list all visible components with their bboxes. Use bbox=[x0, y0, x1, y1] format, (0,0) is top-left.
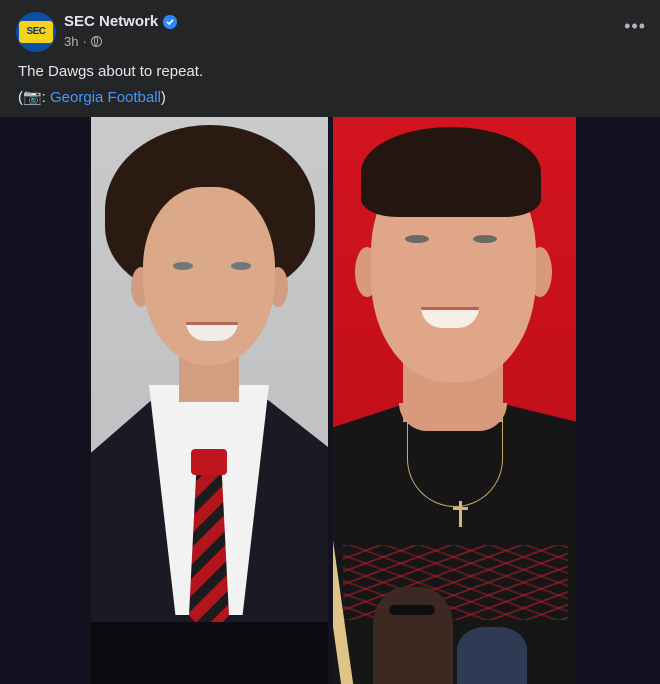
meta-separator: · bbox=[82, 34, 87, 49]
page-avatar[interactable]: SEC bbox=[16, 12, 56, 52]
verified-badge-icon bbox=[163, 14, 178, 29]
photo-credit: (📷: Georgia Football) bbox=[18, 88, 638, 108]
tie-knot bbox=[191, 449, 227, 475]
shirt-print-figure bbox=[457, 627, 527, 684]
shirt-print-sunglasses bbox=[389, 605, 435, 615]
post-text: The Dawgs about to repeat. (📷: Georgia F… bbox=[18, 62, 638, 114]
gold-chain bbox=[407, 407, 503, 507]
photo-bottom-fade bbox=[91, 622, 328, 684]
shirt-print-figure bbox=[373, 587, 453, 684]
facebook-post: SEC SEC Network 3h · ••• The Dawgs about… bbox=[0, 0, 660, 684]
page-name-link[interactable]: SEC Network bbox=[64, 13, 158, 30]
eye-shape bbox=[231, 262, 251, 270]
post-message: The Dawgs about to repeat. bbox=[18, 63, 204, 80]
post-timestamp[interactable]: 3h bbox=[64, 34, 78, 49]
eye-shape bbox=[473, 235, 497, 243]
hair-shape bbox=[361, 127, 541, 217]
credit-suffix: ) bbox=[160, 89, 166, 106]
globe-icon[interactable] bbox=[90, 36, 102, 47]
eye-shape bbox=[173, 262, 193, 270]
credit-prefix: (📷: bbox=[18, 89, 51, 106]
avatar-logo: SEC bbox=[19, 21, 53, 43]
page-name-row: SEC Network bbox=[64, 13, 178, 30]
post-header: SEC SEC Network 3h · ••• bbox=[0, 0, 660, 62]
cross-pendant bbox=[459, 501, 462, 527]
georgia-football-link[interactable]: Georgia Football bbox=[50, 89, 161, 106]
eye-shape bbox=[405, 235, 429, 243]
right-player-photo bbox=[333, 117, 576, 684]
left-player-photo bbox=[91, 117, 328, 684]
post-image[interactable] bbox=[0, 117, 660, 684]
post-meta: 3h · bbox=[64, 34, 102, 49]
more-options-icon[interactable]: ••• bbox=[624, 16, 646, 37]
cross-pendant bbox=[453, 507, 468, 510]
